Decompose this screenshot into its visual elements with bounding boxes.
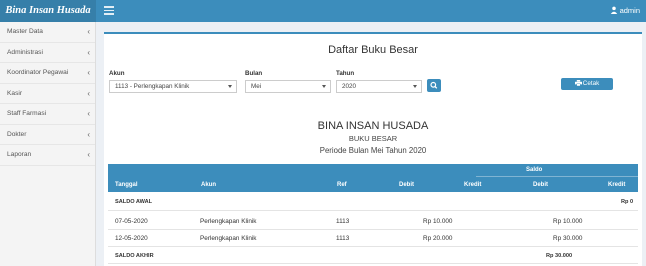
col-saldo-debit: Debit: [533, 182, 548, 188]
chevron-left-icon: ‹: [87, 68, 90, 77]
row-2-saldo-debit: Rp 30.000: [553, 235, 583, 242]
print-icon: [574, 80, 582, 87]
col-saldo-kredit: Kredit: [608, 182, 626, 188]
row-1-debit: Rp 10.000: [423, 218, 453, 225]
tahun-label: Tahun: [336, 70, 355, 77]
ledger-table-header: Saldo Tanggal Akun Ref Debit Kredit Debi…: [108, 164, 638, 192]
sidebar-item-label: Master Data: [7, 28, 43, 35]
row-1-ref: 1113: [336, 218, 350, 225]
chevron-left-icon: ‹: [87, 27, 90, 36]
username: admin: [619, 6, 640, 15]
chevron-left-icon: ‹: [87, 129, 90, 139]
top-navbar: Bina Insan Husada admin: [0, 0, 646, 22]
hamburger-icon[interactable]: [104, 6, 114, 15]
report-subtitle: BUKU BESAR: [348, 134, 398, 143]
saldo-awal-label: SALDO AWAL: [115, 199, 153, 205]
akun-select-value: 1113 - Perlengkapan Klinik: [115, 83, 190, 90]
cetak-label: Cetak: [582, 80, 600, 87]
main-content: Daftar Buku Besar Akun 1113 - Perlengkap…: [100, 26, 646, 266]
tahun-select[interactable]: 2020: [336, 80, 422, 93]
row-2-tanggal: 12-05-2020: [115, 235, 148, 242]
chevron-left-icon: ‹: [87, 88, 90, 98]
report-company: BINA INSAN HUSADA: [317, 120, 429, 132]
page-title: Daftar Buku Besar: [328, 44, 418, 56]
search-button[interactable]: [427, 79, 441, 92]
row-divider: [108, 263, 638, 264]
row-1-tanggal: 07-05-2020: [115, 218, 148, 225]
saldo-header: Saldo: [526, 167, 543, 173]
sidebar-item-label: Laporan: [7, 151, 32, 158]
row-1-akun: Perlengkapan Klinik: [200, 218, 257, 225]
user-icon: [610, 6, 617, 14]
tahun-select-value: 2020: [342, 83, 357, 90]
sidebar-item-kasir[interactable]: Kasir ‹: [0, 84, 95, 104]
sidebar-item-label: Kasir: [7, 89, 23, 97]
chevron-left-icon: ‹: [87, 109, 90, 118]
app-logo[interactable]: Bina Insan Husada: [0, 0, 96, 22]
sidebar-item-label: Administrasi: [7, 48, 43, 56]
col-debit: Debit: [399, 182, 414, 188]
row-2-debit: Rp 20.000: [423, 235, 453, 242]
sidebar-item-dokter[interactable]: Dokter ‹: [0, 125, 95, 145]
sidebar-item-staff-farmasi[interactable]: Staff Farmasi ‹: [0, 104, 95, 125]
sidebar-item-label: Koordinator Pegawai: [7, 69, 69, 76]
content-box: Daftar Buku Besar Akun 1113 - Perlengkap…: [104, 32, 642, 266]
bulan-select-value: Mei: [251, 83, 262, 90]
col-tanggal: Tanggal: [115, 182, 138, 188]
saldo-awal-value: Rp 0: [621, 199, 634, 205]
col-kredit: Kredit: [464, 182, 482, 188]
chevron-down-icon: [228, 85, 232, 88]
saldo-akhir-label: SALDO AKHIR: [115, 253, 154, 259]
saldo-akhir-value: Rp 30.000: [546, 253, 573, 259]
chevron-left-icon: ‹: [87, 47, 90, 57]
col-akun: Akun: [201, 182, 216, 188]
sidebar-item-label: Dokter: [7, 130, 27, 138]
row-divider: [108, 210, 638, 211]
row-2-ref: 1113: [336, 235, 350, 242]
row-2-akun: Perlengkapan Klinik: [200, 235, 257, 242]
user-menu[interactable]: admin: [610, 0, 640, 22]
row-divider: [108, 229, 638, 230]
akun-select[interactable]: 1113 - Perlengkapan Klinik: [109, 80, 237, 93]
saldo-divider: [476, 176, 638, 177]
col-ref: Ref: [337, 182, 347, 188]
sidebar-item-administrasi[interactable]: Administrasi ‹: [0, 43, 95, 63]
sidebar-item-koordinator-pegawai[interactable]: Koordinator Pegawai ‹: [0, 63, 95, 84]
bulan-label: Bulan: [245, 70, 263, 77]
akun-label: Akun: [109, 70, 125, 77]
chevron-down-icon: [413, 85, 417, 88]
sidebar-item-master-data[interactable]: Master Data ‹: [0, 22, 95, 43]
sidebar-item-label: Staff Farmasi: [7, 110, 47, 117]
row-divider: [108, 246, 638, 247]
chevron-left-icon: ‹: [87, 150, 90, 159]
search-icon: [430, 81, 438, 89]
bulan-select[interactable]: Mei: [245, 80, 331, 93]
chevron-down-icon: [322, 85, 326, 88]
row-1-saldo-debit: Rp 10.000: [553, 218, 583, 225]
sidebar-item-laporan[interactable]: Laporan ‹: [0, 145, 95, 166]
cetak-button[interactable]: Cetak: [561, 78, 613, 90]
sidebar: Master Data ‹ Administrasi ‹ Koordinator P…: [0, 22, 96, 266]
report-period: Periode Bulan Mei Tahun 2020: [319, 146, 427, 155]
